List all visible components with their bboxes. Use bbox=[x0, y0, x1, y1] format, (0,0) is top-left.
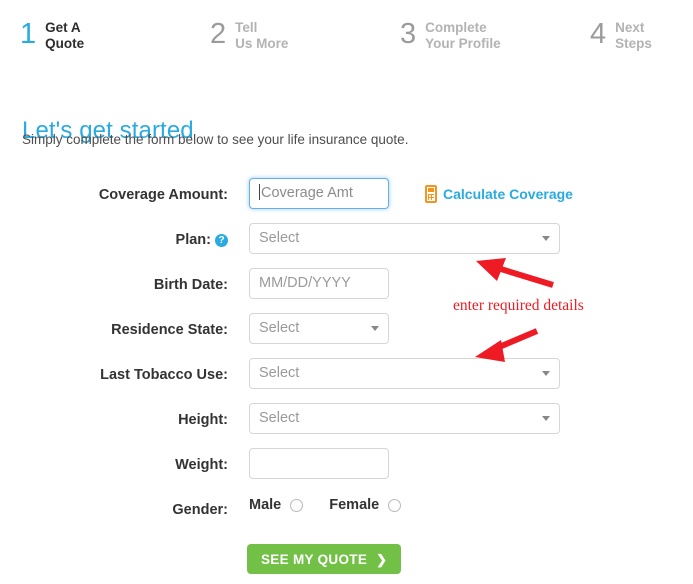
stepper-step-2-number: 2 bbox=[210, 18, 227, 50]
text-caret bbox=[259, 184, 260, 200]
birth-date-label: Birth Date: bbox=[153, 277, 228, 293]
quote-form: Coverage Amount: Coverage Amt Calculate … bbox=[0, 176, 693, 584]
stepper-step-1[interactable]: 1 Get A Quote bbox=[20, 18, 192, 76]
stepper-step-1-number: 1 bbox=[20, 18, 37, 50]
last-tobacco-use-select[interactable]: Select bbox=[249, 358, 560, 389]
gender-option-female[interactable]: Female bbox=[329, 497, 402, 513]
form-row-residence-state: Residence State: Select bbox=[0, 311, 693, 356]
plan-select[interactable]: Select bbox=[249, 223, 560, 254]
stepper-step-4-number: 4 bbox=[590, 18, 607, 50]
form-row-submit: SEE MY QUOTE ❯ bbox=[0, 536, 693, 584]
weight-input[interactable] bbox=[249, 448, 389, 479]
plan-label-text: Plan: bbox=[175, 232, 211, 248]
page-subtitle: Simply complete the form below to see yo… bbox=[22, 132, 409, 147]
last-tobacco-use-label: Last Tobacco Use: bbox=[100, 367, 228, 383]
progress-stepper: 1 Get A Quote 2 Tell Us More 3 Complete … bbox=[0, 0, 693, 78]
radio-male[interactable] bbox=[290, 498, 304, 512]
gender-option-male[interactable]: Male bbox=[249, 497, 304, 513]
gender-option-female-label: Female bbox=[329, 497, 380, 513]
see-my-quote-label: SEE MY QUOTE bbox=[261, 551, 368, 567]
stepper-step-3-label: Complete Your Profile bbox=[425, 20, 501, 51]
form-row-height: Height: Select bbox=[0, 401, 693, 446]
residence-state-select[interactable]: Select bbox=[249, 313, 389, 344]
question-mark-icon[interactable]: ? bbox=[215, 234, 228, 247]
annotation-label: enter required details bbox=[453, 297, 584, 314]
birth-date-placeholder: MM/DD/YYYY bbox=[259, 275, 351, 291]
stepper-step-1-label: Get A Quote bbox=[45, 20, 85, 51]
stepper-step-3[interactable]: 3 Complete Your Profile bbox=[400, 18, 573, 76]
stepper-step-2[interactable]: 2 Tell Us More bbox=[210, 18, 383, 76]
form-row-plan: Plan:? Select bbox=[0, 221, 693, 266]
calculate-coverage-label: Calculate Coverage bbox=[443, 186, 573, 202]
plan-select-value: Select bbox=[259, 230, 300, 246]
calculate-coverage-link[interactable]: Calculate Coverage bbox=[425, 185, 573, 203]
radio-female[interactable] bbox=[388, 498, 402, 512]
chevron-down-icon bbox=[542, 416, 550, 421]
form-row-last-tobacco-use: Last Tobacco Use: Select bbox=[0, 356, 693, 401]
stepper-step-4[interactable]: 4 Next Steps bbox=[590, 18, 693, 76]
calculator-icon bbox=[425, 185, 437, 203]
form-row-gender: Gender: Male Female bbox=[0, 491, 693, 536]
plan-label: Plan:? bbox=[0, 232, 228, 248]
coverage-amount-label: Coverage Amount: bbox=[98, 187, 228, 203]
chevron-right-icon: ❯ bbox=[376, 551, 388, 567]
coverage-amount-placeholder: Coverage Amt bbox=[261, 185, 353, 201]
form-row-weight: Weight: bbox=[0, 446, 693, 491]
gender-label: Gender: bbox=[172, 502, 228, 518]
residence-state-value: Select bbox=[259, 320, 300, 336]
form-row-birth-date: Birth Date: MM/DD/YYYY bbox=[0, 266, 693, 311]
see-my-quote-button[interactable]: SEE MY QUOTE ❯ bbox=[247, 544, 402, 574]
birth-date-input[interactable]: MM/DD/YYYY bbox=[249, 268, 389, 299]
gender-option-male-label: Male bbox=[249, 497, 282, 513]
stepper-step-2-label: Tell Us More bbox=[235, 20, 289, 51]
height-label: Height: bbox=[178, 412, 228, 428]
height-select[interactable]: Select bbox=[249, 403, 560, 434]
chevron-down-icon bbox=[542, 236, 550, 241]
residence-state-label: Residence State: bbox=[111, 322, 228, 338]
form-row-coverage-amount: Coverage Amount: Coverage Amt Calculate … bbox=[0, 176, 693, 221]
weight-label: Weight: bbox=[175, 457, 228, 473]
coverage-amount-input[interactable]: Coverage Amt bbox=[249, 178, 389, 209]
chevron-down-icon bbox=[371, 326, 379, 331]
stepper-step-4-label: Next Steps bbox=[615, 20, 652, 51]
height-value: Select bbox=[259, 410, 300, 426]
last-tobacco-use-value: Select bbox=[259, 365, 300, 381]
stepper-step-3-number: 3 bbox=[400, 18, 417, 50]
chevron-down-icon bbox=[542, 371, 550, 376]
gender-radio-group: Male Female bbox=[249, 497, 427, 513]
